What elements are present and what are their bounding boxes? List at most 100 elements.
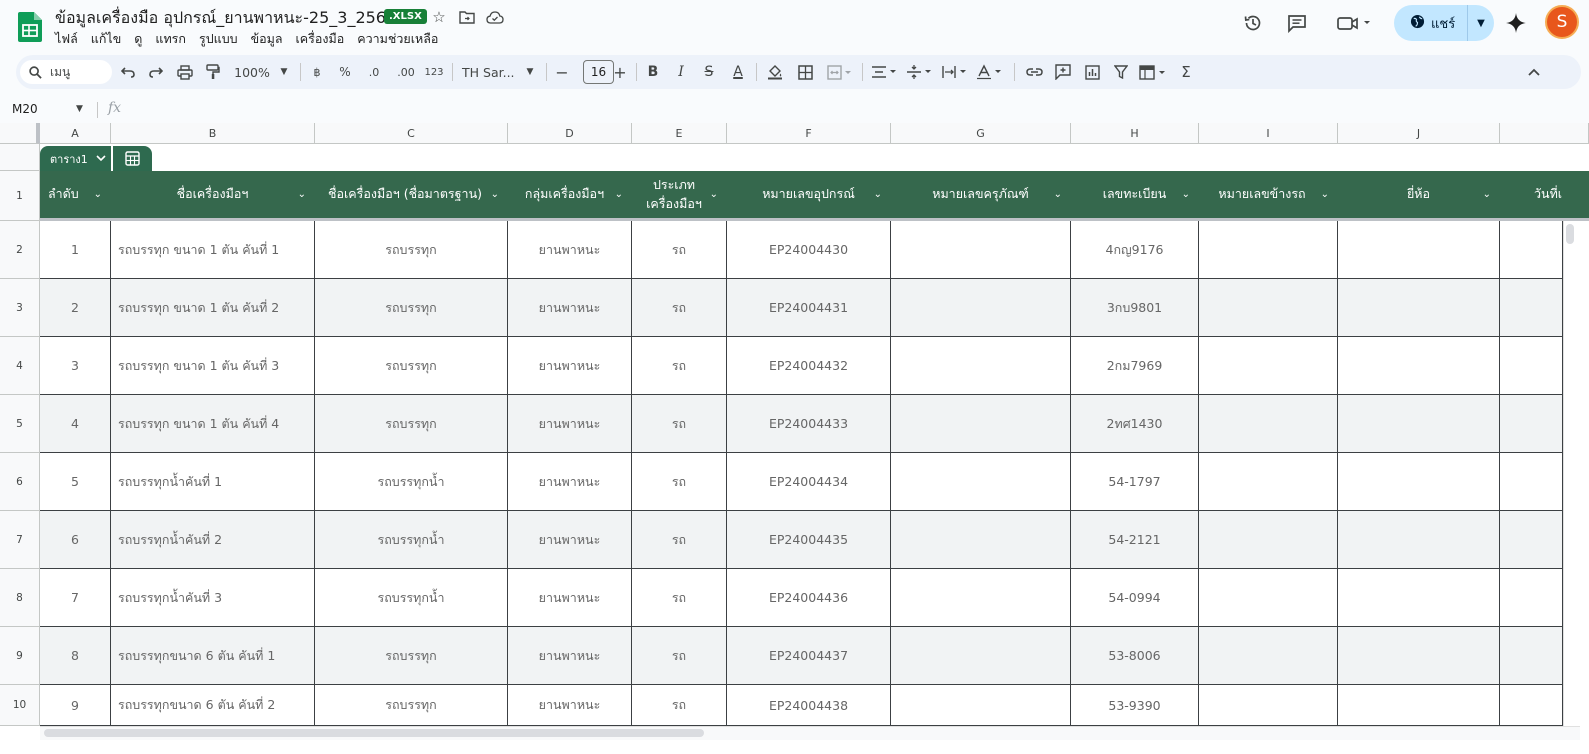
cell-side-no[interactable] <box>1199 511 1338 569</box>
vertical-scrollbar[interactable] <box>1563 221 1589 726</box>
select-all-corner[interactable] <box>0 123 40 144</box>
chevron-down-icon[interactable]: ⌄ <box>1054 187 1062 202</box>
cell-type[interactable]: รถ <box>632 685 727 726</box>
cell-asset-no[interactable] <box>891 395 1071 453</box>
cell-no[interactable]: 2 <box>40 279 111 337</box>
chevron-down-icon[interactable]: ⌄ <box>710 187 718 202</box>
move-folder-icon[interactable] <box>458 8 476 26</box>
cell-standard-name[interactable]: รถบรรทุก <box>315 627 508 685</box>
cell-group[interactable]: ยานพาหนะ <box>508 685 632 726</box>
table-calculator-icon[interactable] <box>113 146 152 171</box>
cell-equipment-no[interactable]: EP24004433 <box>727 395 891 453</box>
cell-group[interactable]: ยานพาหนะ <box>508 627 632 685</box>
cell-plate[interactable]: 53-8006 <box>1071 627 1199 685</box>
cell-no[interactable]: 4 <box>40 395 111 453</box>
header-cell-plate[interactable]: เลขทะเบียน ⌄ <box>1071 171 1199 218</box>
cell-plate[interactable]: 2กม7969 <box>1071 337 1199 395</box>
currency-format-button[interactable]: ฿ <box>308 60 326 84</box>
row-header[interactable]: 6 <box>0 453 40 511</box>
cell-side-no[interactable] <box>1199 395 1338 453</box>
cell-asset-no[interactable] <box>891 685 1071 726</box>
name-box[interactable]: M20 <box>12 102 38 116</box>
strikethrough-button[interactable]: S <box>700 60 718 84</box>
cell-date[interactable] <box>1500 685 1563 726</box>
undo-icon[interactable] <box>119 60 137 84</box>
cell-group[interactable]: ยานพาหนะ <box>508 511 632 569</box>
cell-no[interactable]: 8 <box>40 627 111 685</box>
chevron-down-icon[interactable]: ⌄ <box>615 187 623 202</box>
chevron-down-icon[interactable]: ⌄ <box>94 187 102 202</box>
cell-standard-name[interactable]: รถบรรทุกน้ำ <box>315 511 508 569</box>
fill-color-icon[interactable] <box>765 60 785 84</box>
column-header-j[interactable]: J <box>1338 123 1500 144</box>
cell-equipment-no[interactable]: EP24004438 <box>727 685 891 726</box>
cell-name[interactable]: รถบรรทุกน้ำคันที่ 3 <box>111 569 315 627</box>
chevron-down-icon[interactable]: ⌄ <box>874 187 882 202</box>
menu-insert[interactable]: แทรก <box>155 29 193 49</box>
font-family-dropdown-icon[interactable]: ▼ <box>524 60 536 84</box>
cell-equipment-no[interactable]: EP24004436 <box>727 569 891 627</box>
redo-icon[interactable] <box>147 60 165 84</box>
cell-asset-no[interactable] <box>891 221 1071 279</box>
cell-type[interactable]: รถ <box>632 569 727 627</box>
column-header-a[interactable]: A <box>40 123 111 144</box>
cell-side-no[interactable] <box>1199 279 1338 337</box>
header-cell-asset-no[interactable]: หมายเลขครุภัณฑ์ ⌄ <box>891 171 1071 218</box>
chevron-down-icon[interactable]: ⌄ <box>298 187 306 202</box>
cell-type[interactable]: รถ <box>632 221 727 279</box>
cell-equipment-no[interactable]: EP24004435 <box>727 511 891 569</box>
text-rotation-icon[interactable] <box>975 60 1005 84</box>
cell-brand[interactable] <box>1338 221 1500 279</box>
cell-name[interactable]: รถบรรทุก ขนาด 1 ตัน คันที่ 4 <box>111 395 315 453</box>
percent-format-button[interactable]: % <box>336 60 354 84</box>
cell-no[interactable]: 9 <box>40 685 111 726</box>
bold-button[interactable]: B <box>644 60 662 84</box>
font-size-increase-icon[interactable]: + <box>612 60 628 84</box>
cell-standard-name[interactable]: รถบรรทุก <box>315 279 508 337</box>
cell-group[interactable]: ยานพาหนะ <box>508 221 632 279</box>
menu-search-input[interactable]: เมนู <box>20 60 112 84</box>
cell-asset-no[interactable] <box>891 279 1071 337</box>
menu-help[interactable]: ความช่วยเหลือ <box>357 29 445 49</box>
header-cell-type[interactable]: ประเภท เครื่องมือฯ ⌄ <box>632 171 727 218</box>
cell-equipment-no[interactable]: EP24004432 <box>727 337 891 395</box>
cell-group[interactable]: ยานพาหนะ <box>508 395 632 453</box>
cell-name[interactable]: รถบรรทุก ขนาด 1 ตัน คันที่ 2 <box>111 279 315 337</box>
font-size-input[interactable]: 16 <box>583 60 614 84</box>
cell-group[interactable]: ยานพาหนะ <box>508 279 632 337</box>
cell-side-no[interactable] <box>1199 221 1338 279</box>
table-name-tab[interactable]: ตาราง1 <box>40 146 111 171</box>
column-header-h[interactable]: H <box>1071 123 1199 144</box>
row-header[interactable]: 1 <box>0 171 40 221</box>
cell-standard-name[interactable]: รถบรรทุก <box>315 337 508 395</box>
cell-no[interactable]: 7 <box>40 569 111 627</box>
cell-group[interactable]: ยานพาหนะ <box>508 337 632 395</box>
italic-button[interactable]: I <box>672 60 690 84</box>
cell-plate[interactable]: 54-0994 <box>1071 569 1199 627</box>
cell-standard-name[interactable]: รถบรรทุกน้ำ <box>315 569 508 627</box>
header-cell-standard-name[interactable]: ชื่อเครื่องมือฯ (ชื่อมาตรฐาน) ⌄ <box>315 171 508 218</box>
column-header-b[interactable]: B <box>111 123 315 144</box>
cell-date[interactable] <box>1500 627 1563 685</box>
version-history-icon[interactable] <box>1240 10 1266 36</box>
cell-date[interactable] <box>1500 569 1563 627</box>
insert-comment-icon[interactable] <box>1053 60 1073 84</box>
cell-equipment-no[interactable]: EP24004437 <box>727 627 891 685</box>
menu-edit[interactable]: แก้ไข <box>91 29 128 49</box>
cell-type[interactable]: รถ <box>632 511 727 569</box>
collapse-toolbar-icon[interactable] <box>1524 60 1544 84</box>
vertical-scroll-thumb[interactable] <box>1566 224 1574 244</box>
cell-plate[interactable]: 54-2121 <box>1071 511 1199 569</box>
share-button[interactable]: แชร์ ▼ <box>1394 5 1494 41</box>
cell-name[interactable]: รถบรรทุกขนาด 6 ตัน คันที่ 2 <box>111 685 315 726</box>
meet-video-icon[interactable] <box>1334 10 1376 36</box>
filter-icon[interactable] <box>1111 60 1131 84</box>
cell-name[interactable]: รถบรรทุกน้ำคันที่ 2 <box>111 511 315 569</box>
cell-name[interactable]: รถบรรทุก ขนาด 1 ตัน คันที่ 1 <box>111 221 315 279</box>
print-icon[interactable] <box>175 60 195 84</box>
borders-icon[interactable] <box>795 60 815 84</box>
insert-link-icon[interactable] <box>1024 60 1044 84</box>
row-header[interactable]: 7 <box>0 511 40 569</box>
filter-views-icon[interactable] <box>1138 60 1170 84</box>
cell-name[interactable]: รถบรรทุก ขนาด 1 ตัน คันที่ 3 <box>111 337 315 395</box>
